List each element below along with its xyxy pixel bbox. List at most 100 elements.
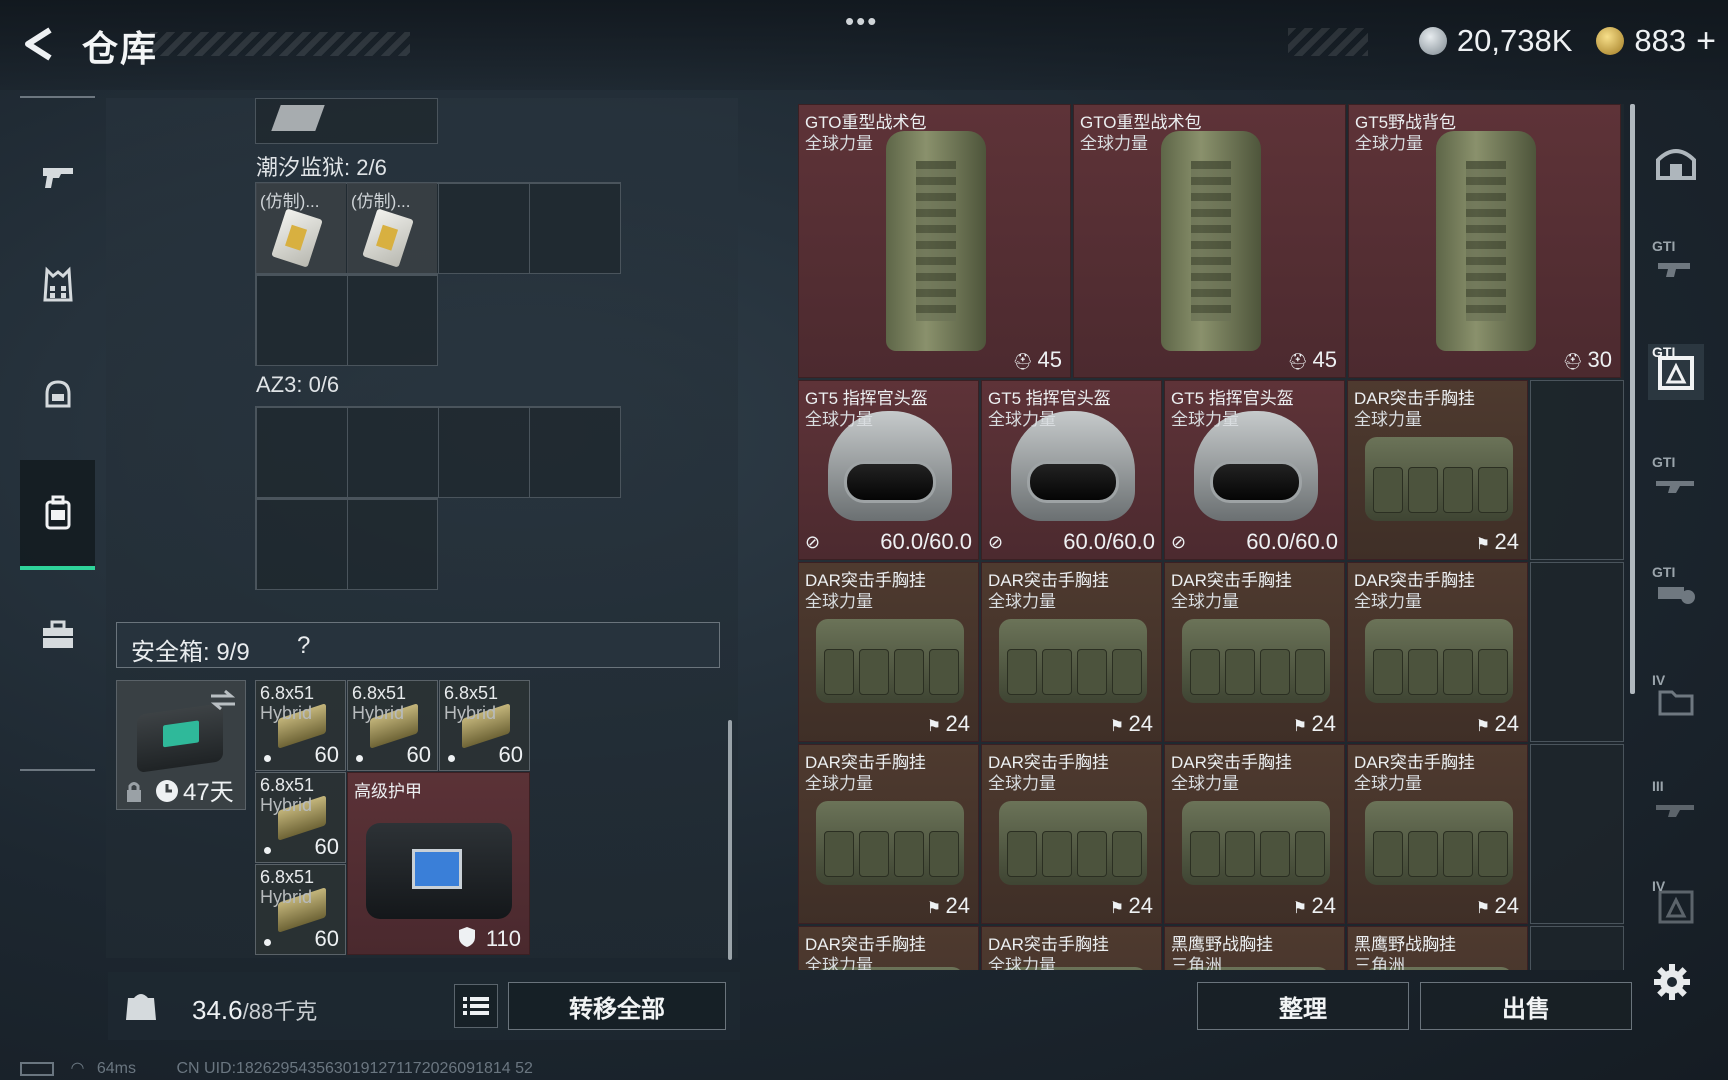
- filter-tier3-rifles[interactable]: III: [1648, 778, 1704, 834]
- storage-item-rig[interactable]: DAR突击手胸挂 全球力量 ⚑ 24: [981, 562, 1162, 742]
- partial-slot-top[interactable]: [255, 98, 438, 144]
- item-faction: 全球力量: [805, 592, 873, 611]
- item-faction: 全球力量: [1171, 592, 1239, 611]
- pistol-icon: [42, 168, 73, 188]
- storage-item-rig[interactable]: DAR突击手胸挂 全球力量 ⚑ 24: [1164, 744, 1345, 924]
- item-faction: 全球力量: [1171, 410, 1239, 429]
- storage-item-rig[interactable]: DAR突击手胸挂 全球力量: [981, 926, 1162, 970]
- vest-icon: [42, 266, 73, 302]
- filter-gti-gear[interactable]: GTI: [1648, 344, 1704, 400]
- az3-grid-row2[interactable]: [255, 498, 438, 590]
- az3-grid-row1[interactable]: [255, 406, 621, 498]
- ammo-quantity: 60: [314, 926, 339, 951]
- item-faction: 全球力量: [988, 410, 1056, 429]
- filter-gti-weapons[interactable]: GTI: [1648, 238, 1704, 294]
- storage-scrollbar[interactable]: [1630, 104, 1635, 694]
- currency-bar: 20,738K 883 +: [1418, 22, 1716, 61]
- nav-backpack[interactable]: [20, 460, 95, 570]
- battery-icon: [20, 1061, 54, 1076]
- more-options-icon[interactable]: •••: [845, 6, 878, 37]
- storage-item-rig[interactable]: DAR突击手胸挂 全球力量 ⚑ 24: [1347, 744, 1528, 924]
- item-faction: 全球力量: [1355, 134, 1423, 153]
- ammo-item[interactable]: 6.8x51 Hybrid 60: [255, 680, 346, 771]
- storage-item-rig[interactable]: DAR突击手胸挂 全球力量 ⚑ 24: [1347, 562, 1528, 742]
- item-faction: 全球力量: [1354, 592, 1422, 611]
- rig-capacity-icon: ⚑: [1292, 900, 1312, 917]
- silver-coin-icon: [1418, 27, 1447, 55]
- transfer-all-button[interactable]: 转移全部: [508, 982, 726, 1030]
- back-arrow-icon[interactable]: [20, 26, 60, 62]
- ammo-name: 6.8x51: [444, 683, 499, 703]
- key-card-item[interactable]: (仿制)...: [256, 183, 346, 273]
- item-tag: (仿制)...: [351, 192, 411, 211]
- add-currency-button[interactable]: +: [1696, 22, 1716, 61]
- rig-capacity-icon: ⚑: [1109, 718, 1129, 735]
- backpack-image: [1160, 131, 1261, 351]
- ammo-name: 6.8x51: [260, 867, 315, 887]
- key-card-item[interactable]: (仿制)...: [347, 183, 437, 273]
- ammo-item[interactable]: 6.8x51 Hybrid 60: [255, 772, 346, 863]
- storage-item-helmet[interactable]: GT5 指挥官头盔 全球力量 ⊘ 60.0/60.0: [798, 380, 979, 560]
- storage-item-helmet[interactable]: GT5 指挥官头盔 全球力量 ⊘ 60.0/60.0: [981, 380, 1162, 560]
- item-faction: 全球力量: [1354, 410, 1422, 429]
- ammo-item[interactable]: 6.8x51 Hybrid 60: [439, 680, 530, 771]
- right-filter-rail: GTI GTI GTI GTI IV III IV: [1640, 104, 1708, 944]
- storage-item-backpack[interactable]: GT5野战背包 全球力量 ⛑ 30: [1348, 104, 1621, 378]
- section-label-tidal-prison: 潮汐监狱: 2/6: [256, 155, 387, 180]
- empty-storage-slot[interactable]: [1530, 744, 1624, 924]
- ammo-name: 6.8x51: [352, 683, 407, 703]
- rig-capacity-icon: ⚑: [1475, 900, 1495, 917]
- filter-gti-rifles[interactable]: GTI: [1648, 454, 1704, 510]
- ping-readout: 64ms: [96, 1060, 136, 1077]
- storage-item-helmet[interactable]: GT5 指挥官头盔 全球力量 ⊘ 60.0/60.0: [1164, 380, 1345, 560]
- backpack-capacity-icon: ⛑: [1562, 354, 1588, 371]
- inventory-scrollbar[interactable]: [728, 720, 732, 960]
- item-tag: (仿制)...: [260, 192, 320, 211]
- storage-item-rig[interactable]: DAR突击手胸挂 全球力量 ⚑ 24: [1347, 380, 1528, 560]
- storage-item-rig[interactable]: 黑鹰野战胸挂 三角洲: [1347, 926, 1528, 970]
- nav-helmet[interactable]: [20, 340, 95, 450]
- helmet-icon: [45, 380, 70, 408]
- sort-button[interactable]: 整理: [1197, 982, 1409, 1030]
- ammo-item[interactable]: 6.8x51 Hybrid 60: [255, 864, 346, 955]
- wifi-icon: ◠: [70, 1060, 85, 1077]
- tidal-prison-grid-row2[interactable]: [255, 274, 438, 366]
- storage-item-rig[interactable]: DAR突击手胸挂 全球力量: [798, 926, 979, 970]
- empty-storage-slot[interactable]: [1530, 926, 1624, 970]
- storage-item-rig[interactable]: DAR突击手胸挂 全球力量 ⚑ 24: [981, 744, 1162, 924]
- nav-armor[interactable]: [20, 230, 95, 340]
- filter-tier4-gear[interactable]: IV: [1648, 878, 1704, 934]
- settings-gear-icon[interactable]: [1652, 962, 1692, 1002]
- chest-rig-image: [815, 801, 964, 885]
- filter-bunker[interactable]: [1648, 134, 1704, 190]
- item-faction: 三角洲: [1171, 956, 1222, 970]
- chest-rig-image: [1364, 437, 1513, 521]
- empty-storage-slot[interactable]: [1530, 380, 1624, 560]
- rig-capacity-icon: ⚑: [926, 900, 946, 917]
- ammo-dot: [264, 755, 271, 762]
- safe-box-container[interactable]: 47天: [116, 680, 246, 810]
- item-capacity: ⚑ 24: [1110, 893, 1153, 919]
- safe-box-help-button[interactable]: ?: [297, 632, 310, 660]
- nav-weapons[interactable]: [20, 120, 95, 230]
- filter-label: GTI: [1652, 564, 1676, 580]
- sell-button[interactable]: 出售: [1420, 982, 1632, 1030]
- storage-item-rig[interactable]: 黑鹰野战胸挂 三角洲: [1164, 926, 1345, 970]
- item-faction: 全球力量: [1171, 774, 1239, 793]
- storage-item-rig[interactable]: DAR突击手胸挂 全球力量 ⚑ 24: [798, 744, 979, 924]
- filter-gti-scopes[interactable]: GTI: [1648, 564, 1704, 620]
- storage-item-backpack[interactable]: GTO重型战术包 全球力量 ⛑ 45: [1073, 104, 1346, 378]
- armor-item[interactable]: 高级护甲 110: [347, 772, 530, 955]
- storage-item-rig[interactable]: DAR突击手胸挂 全球力量 ⚑ 24: [1164, 562, 1345, 742]
- storage-item-backpack[interactable]: GTO重型战术包 全球力量 ⛑ 45: [798, 104, 1071, 378]
- filter-tier4-folder[interactable]: IV: [1648, 672, 1704, 728]
- nav-items[interactable]: [20, 580, 95, 690]
- ammo-item[interactable]: 6.8x51 Hybrid 60: [347, 680, 438, 771]
- storage-item-rig[interactable]: DAR突击手胸挂 全球力量 ⚑ 24: [798, 562, 979, 742]
- chest-rig-image: [998, 801, 1147, 885]
- item-capacity: ⚑ 24: [1293, 711, 1336, 737]
- swap-icon[interactable]: [209, 689, 237, 711]
- list-view-button[interactable]: [454, 984, 498, 1028]
- tier3-rifle-icon: [1656, 805, 1694, 817]
- empty-storage-slot[interactable]: [1530, 562, 1624, 742]
